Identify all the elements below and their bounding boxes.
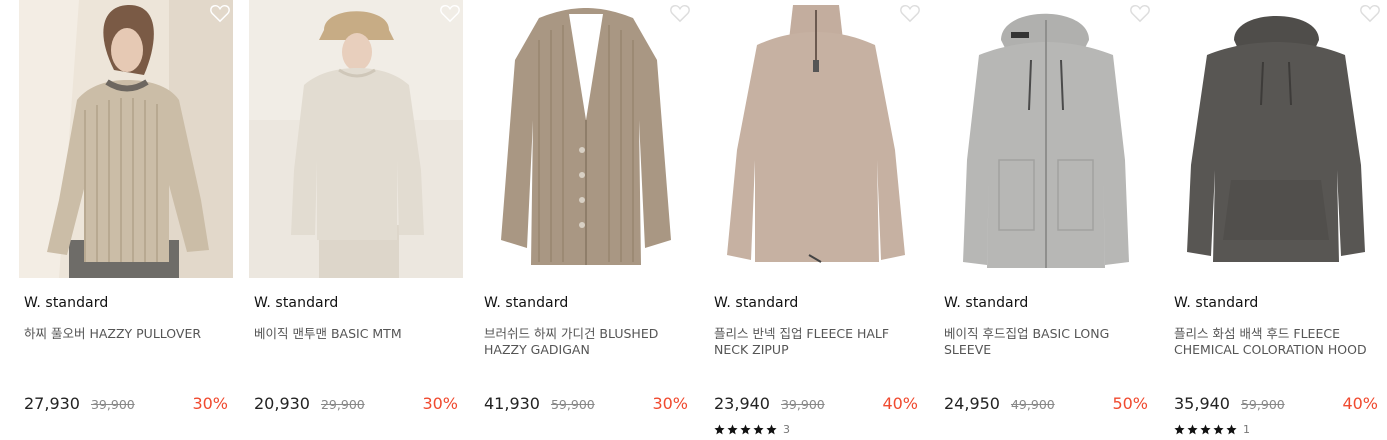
sale-price: 24,950 (944, 394, 1000, 413)
product-name[interactable]: 플리스 반넥 집업 FLEECE HALF NECK ZIPUP (714, 326, 919, 358)
brand-name[interactable]: W. standard (254, 295, 338, 311)
original-price: 39,900 (90, 397, 135, 412)
product-card[interactable]: W. standard 베이직 후드집업 BASIC LONG SLEEVE 2… (939, 0, 1153, 440)
star-icon (727, 424, 738, 435)
heart-outline-icon[interactable] (1129, 3, 1151, 23)
heart-outline-icon[interactable] (209, 3, 231, 23)
brand-name[interactable]: W. standard (1174, 295, 1258, 311)
fleece-zipup-photo (709, 0, 923, 278)
product-name[interactable]: 베이직 맨투맨 BASIC MTM (254, 326, 459, 342)
product-card[interactable]: W. standard 하찌 풀오버 HAZZY PULLOVER 27,930… (19, 0, 233, 440)
product-name[interactable]: 브러쉬드 하찌 가디건 BLUSHED HAZZY GADIGAN (484, 326, 689, 358)
price-row: 41,930 59,900 30% (484, 394, 688, 413)
rating: 3 (714, 423, 790, 436)
star-rating (714, 424, 777, 435)
fleece-hoodie-photo (1169, 0, 1383, 278)
sale-price: 35,940 (1174, 394, 1230, 413)
product-image[interactable] (19, 0, 233, 278)
discount-rate: 30% (192, 394, 228, 413)
product-image[interactable] (249, 0, 463, 278)
sale-price: 41,930 (484, 394, 540, 413)
brand-name[interactable]: W. standard (484, 295, 568, 311)
review-count: 1 (1243, 423, 1250, 436)
product-card[interactable]: W. standard 플리스 화섬 배색 후드 FLEECE CHEMICAL… (1169, 0, 1383, 440)
cardigan-photo (479, 0, 693, 278)
star-icon (1174, 424, 1185, 435)
star-icon (753, 424, 764, 435)
product-card[interactable]: W. standard 베이직 맨투맨 BASIC MTM 20,930 29,… (249, 0, 463, 440)
product-name[interactable]: 플리스 화섬 배색 후드 FLEECE CHEMICAL COLORATION … (1174, 326, 1379, 358)
heart-outline-icon[interactable] (669, 3, 691, 23)
star-icon (766, 424, 777, 435)
sale-price: 27,930 (24, 394, 80, 413)
product-image[interactable] (1169, 0, 1383, 278)
brand-name[interactable]: W. standard (944, 295, 1028, 311)
original-price: 49,900 (1010, 397, 1055, 412)
product-card[interactable]: W. standard 플리스 반넥 집업 FLEECE HALF NECK Z… (709, 0, 923, 440)
star-icon (740, 424, 751, 435)
brand-name[interactable]: W. standard (714, 295, 798, 311)
price-row: 35,940 59,900 40% (1174, 394, 1378, 413)
heart-outline-icon[interactable] (1359, 3, 1381, 23)
discount-rate: 40% (1342, 394, 1378, 413)
product-image[interactable] (709, 0, 923, 278)
original-price: 59,900 (550, 397, 595, 412)
original-price: 59,900 (1240, 397, 1285, 412)
price-row: 20,930 29,900 30% (254, 394, 458, 413)
hooded-zipup-photo (939, 0, 1153, 278)
original-price: 39,900 (780, 397, 825, 412)
brand-name[interactable]: W. standard (24, 295, 108, 311)
star-rating (1174, 424, 1237, 435)
heart-outline-icon[interactable] (899, 3, 921, 23)
rating: 1 (1174, 423, 1250, 436)
price-row: 23,940 39,900 40% (714, 394, 918, 413)
star-icon (1213, 424, 1224, 435)
price-row: 24,950 49,900 50% (944, 394, 1148, 413)
knit-pullover-photo (19, 0, 233, 278)
product-image[interactable] (939, 0, 1153, 278)
product-name[interactable]: 베이직 후드집업 BASIC LONG SLEEVE (944, 326, 1149, 358)
heart-outline-icon[interactable] (439, 3, 461, 23)
star-icon (714, 424, 725, 435)
discount-rate: 50% (1112, 394, 1148, 413)
discount-rate: 40% (882, 394, 918, 413)
review-count: 3 (783, 423, 790, 436)
sale-price: 23,940 (714, 394, 770, 413)
price-row: 27,930 39,900 30% (24, 394, 228, 413)
sweatshirt-photo (249, 0, 463, 278)
star-icon (1187, 424, 1198, 435)
product-grid: W. standard 하찌 풀오버 HAZZY PULLOVER 27,930… (19, 0, 1383, 440)
original-price: 29,900 (320, 397, 365, 412)
discount-rate: 30% (652, 394, 688, 413)
discount-rate: 30% (422, 394, 458, 413)
sale-price: 20,930 (254, 394, 310, 413)
product-card[interactable]: W. standard 브러쉬드 하찌 가디건 BLUSHED HAZZY GA… (479, 0, 693, 440)
star-icon (1200, 424, 1211, 435)
product-name[interactable]: 하찌 풀오버 HAZZY PULLOVER (24, 326, 229, 342)
star-icon (1226, 424, 1237, 435)
product-image[interactable] (479, 0, 693, 278)
